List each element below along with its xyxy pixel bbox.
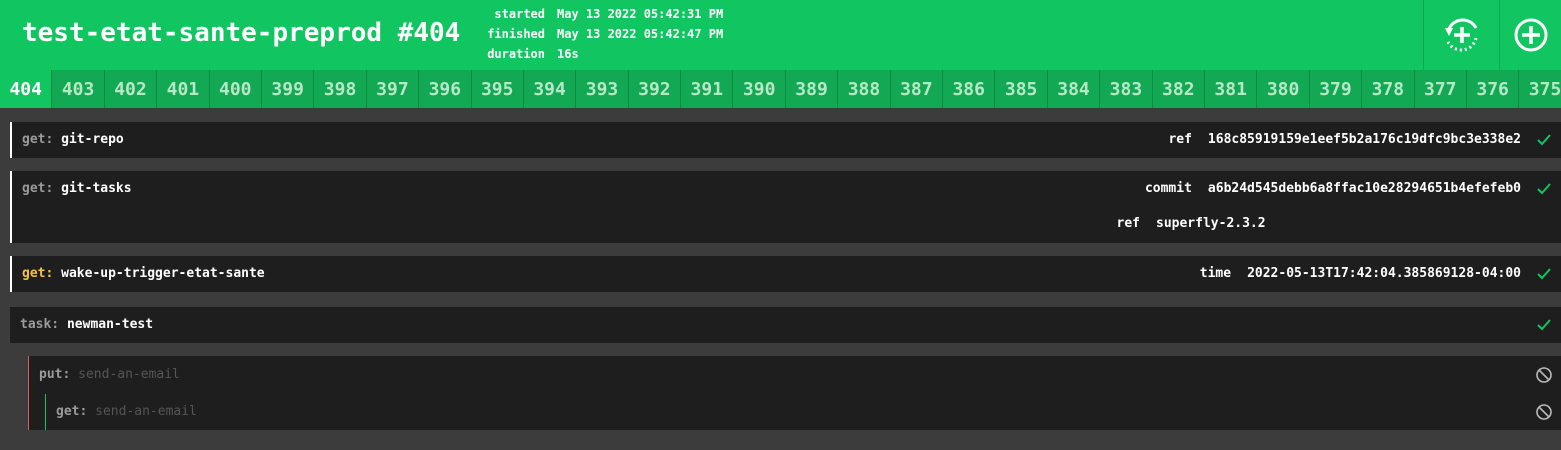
step-type: put: — [39, 367, 71, 382]
build-tab[interactable]: 403 — [52, 70, 105, 108]
build-tab[interactable]: 391 — [681, 70, 734, 108]
build-tab[interactable]: 378 — [1362, 70, 1415, 108]
build-tab[interactable]: 392 — [628, 70, 682, 108]
version-key: commit — [1144, 181, 1192, 196]
step-name: newman-test — [66, 317, 154, 332]
build-tabs: 404 403 402 401 400 399 398 397 396 395 … — [0, 70, 1561, 108]
started-label: started — [494, 7, 545, 21]
build-tab[interactable]: 375 — [1519, 70, 1561, 108]
check-icon — [1537, 183, 1551, 195]
trigger-build-button[interactable] — [1499, 0, 1561, 70]
step-name: send-an-email — [78, 367, 180, 382]
duration-value: 16s — [557, 47, 579, 61]
build-header: test-etat-sante-preprod #404 started May… — [0, 0, 1561, 70]
build-tab[interactable]: 386 — [943, 70, 996, 108]
version-value: 2022-05-13T17:42:04.385869128-04:00 — [1247, 266, 1521, 281]
started-row: started May 13 2022 05:42:31 PM — [470, 4, 723, 24]
build-tab[interactable]: 399 — [261, 70, 315, 108]
build-tab[interactable]: 395 — [471, 70, 524, 108]
build-tab[interactable]: 397 — [366, 70, 420, 108]
version-row: commit a6b24d545debb6a8ffac10e28294651b4… — [1145, 181, 1521, 196]
build-tab[interactable]: 390 — [733, 70, 786, 108]
version-key: ref — [1168, 132, 1192, 147]
rerun-icon — [1445, 18, 1478, 52]
check-icon — [1537, 268, 1551, 280]
version-value: superfly-2.3.2 — [1156, 216, 1266, 231]
build-tab[interactable]: 384 — [1047, 70, 1101, 108]
plus-circle-icon — [1514, 18, 1548, 52]
version-row: ref superfly-2.3.2 — [1100, 216, 1266, 231]
step-type: get: — [56, 404, 88, 419]
skipped-icon — [1536, 404, 1552, 420]
duration-row: duration 16s — [470, 44, 723, 64]
build-tab[interactable]: 389 — [785, 70, 839, 108]
check-icon — [1537, 134, 1551, 146]
step-type: get: — [22, 266, 54, 281]
build-tab[interactable]: 381 — [1204, 70, 1258, 108]
finished-row: finished May 13 2022 05:42:47 PM — [470, 24, 723, 44]
step-type: get: — [22, 181, 54, 196]
version-row: time 2022-05-13T17:42:04.385869128-04:00 — [1200, 266, 1521, 281]
build-tab[interactable]: 376 — [1466, 70, 1520, 108]
build-tab[interactable]: 387 — [890, 70, 944, 108]
build-tab[interactable]: 394 — [523, 70, 577, 108]
version-key: ref — [1116, 216, 1140, 231]
build-tab[interactable]: 388 — [838, 70, 891, 108]
build-tab[interactable]: 400 — [209, 70, 262, 108]
started-value: May 13 2022 05:42:31 PM — [557, 7, 724, 21]
check-icon — [1537, 319, 1551, 331]
step-task-newman-test[interactable]: task: newman-test — [10, 307, 1561, 343]
rerun-build-button[interactable] — [1423, 0, 1500, 70]
build-tab[interactable]: 396 — [419, 70, 472, 108]
version-key: time — [1199, 266, 1232, 281]
step-name: git-repo — [61, 132, 124, 147]
step-get-git-tasks[interactable]: get: git-tasks commit a6b24d545debb6a8ff… — [10, 171, 1561, 243]
build-tab[interactable]: 402 — [104, 70, 158, 108]
build-title: test-etat-sante-preprod #404 — [22, 18, 461, 48]
build-tab[interactable]: 383 — [1100, 70, 1153, 108]
build-tab[interactable]: 377 — [1414, 70, 1467, 108]
step-get-send-an-email[interactable]: get: send-an-email — [45, 394, 1561, 430]
step-get-wake-up-trigger[interactable]: get: wake-up-trigger-etat-sante time 202… — [10, 256, 1561, 292]
build-tab[interactable]: 398 — [314, 70, 367, 108]
skipped-icon — [1536, 367, 1552, 383]
step-name: send-an-email — [95, 404, 197, 419]
step-name: git-tasks — [61, 181, 132, 196]
build-tab[interactable]: 404 — [0, 70, 53, 108]
build-tab[interactable]: 380 — [1257, 70, 1310, 108]
build-tab[interactable]: 401 — [157, 70, 210, 108]
step-type: task: — [20, 317, 60, 332]
build-tab[interactable]: 393 — [576, 70, 629, 108]
build-tab[interactable]: 382 — [1152, 70, 1205, 108]
duration-label: duration — [487, 47, 545, 61]
version-row: ref 168c85919159e1eef5b2a176c19dfc9bc3e3… — [1168, 132, 1521, 147]
finished-label: finished — [487, 27, 545, 41]
finished-value: May 13 2022 05:42:47 PM — [557, 27, 724, 41]
step-put-send-an-email[interactable]: put: send-an-email get: send-an-email — [28, 356, 1561, 430]
build-tab[interactable]: 385 — [995, 70, 1048, 108]
build-times: started May 13 2022 05:42:31 PM finished… — [470, 4, 723, 64]
step-type: get: — [22, 132, 54, 147]
build-tab[interactable]: 379 — [1309, 70, 1363, 108]
step-get-git-repo[interactable]: get: git-repo ref 168c85919159e1eef5b2a1… — [10, 122, 1561, 158]
version-value: 168c85919159e1eef5b2a176c19dfc9bc3e338e2 — [1207, 132, 1521, 147]
version-value: a6b24d545debb6a8ffac10e28294651b4efefeb0 — [1207, 181, 1521, 196]
step-name: wake-up-trigger-etat-sante — [61, 266, 265, 281]
